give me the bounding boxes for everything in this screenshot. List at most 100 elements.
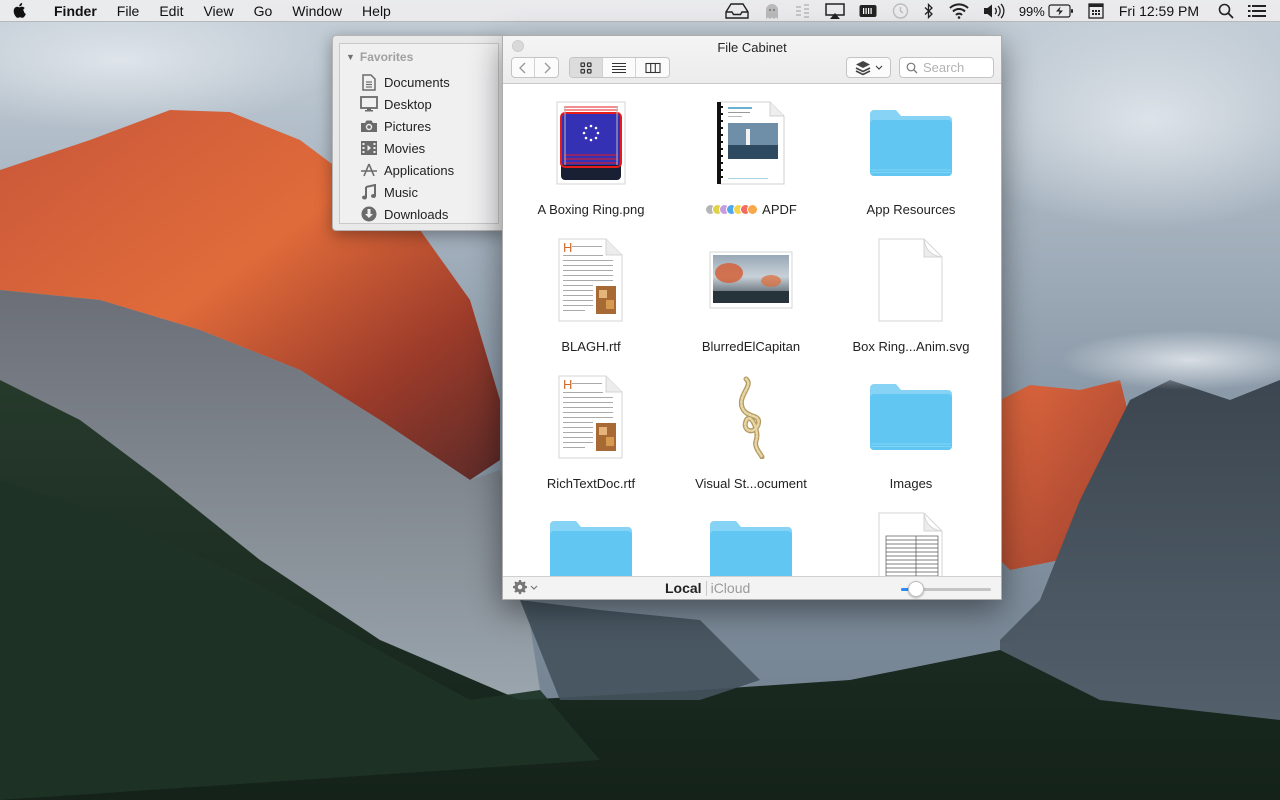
file-item[interactable]: A Boxing Ring.png [511, 98, 671, 235]
layers-icon [855, 60, 870, 75]
file-item[interactable]: H BLAGH.rtf [511, 235, 671, 372]
airplay-icon[interactable] [818, 0, 852, 22]
sidebar-item-music[interactable]: Music [360, 181, 454, 203]
file-item[interactable] [671, 509, 831, 576]
wifi-icon[interactable] [942, 0, 976, 22]
bluetooth-icon[interactable] [916, 0, 942, 22]
sidebar-item-desktop[interactable]: Desktop [360, 93, 454, 115]
applications-icon [360, 161, 378, 179]
slider-knob[interactable] [908, 581, 925, 597]
sidebar-item-label: Pictures [384, 118, 431, 134]
landscape-image-icon [701, 235, 801, 325]
chevron-left-icon [519, 62, 526, 73]
menu-file[interactable]: File [107, 0, 150, 22]
list-lines-icon [612, 62, 626, 73]
menu-help[interactable]: Help [352, 0, 401, 22]
calendar-icon[interactable] [1081, 0, 1111, 22]
column-view-button[interactable] [636, 58, 669, 77]
menu-finder[interactable]: Finder [40, 0, 107, 22]
ghost-icon[interactable] [756, 0, 788, 22]
file-grid: A Boxing Ring.png APDF App Resources H B… [511, 98, 991, 576]
file-item[interactable]: APDF [671, 98, 831, 235]
sidebar-item-movies[interactable]: Movies [360, 137, 454, 159]
folder-icon [861, 98, 961, 188]
menu-view[interactable]: View [193, 0, 243, 22]
rtf-document-icon: H [541, 372, 641, 462]
svg-text:H: H [563, 240, 572, 255]
divider [705, 580, 707, 596]
document-icon [360, 73, 378, 91]
file-name-with-tags: APDF [705, 202, 797, 217]
list-icon[interactable] [1241, 0, 1280, 22]
file-name: BlurredElCapitan [701, 339, 801, 354]
sidebar-item-label: Downloads [384, 206, 449, 222]
navigation-buttons [511, 57, 559, 78]
sidebar-item-downloads[interactable]: Downloads [360, 203, 454, 225]
forward-button[interactable] [535, 58, 558, 77]
rope-document-icon [701, 372, 801, 462]
sidebar-item-pictures[interactable]: Pictures [360, 115, 454, 137]
battery-meter-icon[interactable] [852, 0, 884, 22]
inbox-tray-icon[interactable] [718, 0, 756, 22]
file-item[interactable] [831, 509, 991, 576]
folder-icon [861, 372, 961, 462]
file-name: A Boxing Ring.png [537, 202, 645, 217]
search-input[interactable] [923, 60, 993, 75]
location-local-button[interactable]: Local [665, 580, 702, 596]
action-menu-button[interactable] [513, 580, 538, 595]
file-item[interactable]: App Resources [831, 98, 991, 235]
favorites-header[interactable]: ▼ Favorites [346, 50, 413, 64]
window-bottom-bar: Local iCloud [503, 576, 1001, 599]
file-name: APDF [762, 202, 797, 217]
gear-icon [513, 580, 528, 595]
icon-size-slider[interactable] [901, 581, 991, 597]
file-item[interactable]: Images [831, 372, 991, 509]
disclosure-triangle-icon[interactable]: ▼ [346, 52, 355, 62]
sidebar-item-label: Applications [384, 162, 455, 178]
arrange-button[interactable] [846, 57, 891, 78]
sidebar-item-documents[interactable]: Documents [360, 71, 454, 93]
battery-charging-icon [1048, 4, 1073, 18]
sidebar-panel: ▼ Favorites Documents Desktop Pictures M… [332, 35, 506, 231]
sidebar-item-label: Music [384, 184, 418, 200]
rtf-document-icon: H [541, 235, 641, 325]
finder-window: File Cabinet Search A Boxing Ring.png AP… [502, 35, 1002, 600]
chevron-right-icon [544, 62, 551, 73]
menu-go[interactable]: Go [244, 0, 283, 22]
list-view-button[interactable] [603, 58, 636, 77]
location-icloud-button[interactable]: iCloud [711, 580, 751, 596]
time-machine-icon[interactable] [884, 0, 916, 22]
search-field[interactable] [899, 57, 994, 78]
menu-window[interactable]: Window [282, 0, 352, 22]
boxing-ring-image-icon [541, 98, 641, 188]
folder-icon [701, 509, 801, 576]
icon-view-button[interactable] [570, 58, 603, 77]
menu-edit[interactable]: Edit [149, 0, 193, 22]
music-note-icon [360, 183, 378, 201]
sidebar: ▼ Favorites Documents Desktop Pictures M… [339, 43, 499, 224]
file-item[interactable] [511, 509, 671, 576]
clock[interactable]: Fri 12:59 PM [1111, 3, 1211, 19]
columns-icon [644, 62, 661, 73]
file-item[interactable]: Box Ring...Anim.svg [831, 235, 991, 372]
svg-text:H: H [563, 377, 572, 392]
file-browser-content: A Boxing Ring.png APDF App Resources H B… [503, 84, 1001, 576]
back-button[interactable] [512, 58, 535, 77]
file-name: Images [889, 476, 933, 491]
search-icon[interactable] [1211, 0, 1241, 22]
window-titlebar[interactable]: File Cabinet [503, 36, 1001, 84]
menu-bar: Finder File Edit View Go Window Help 99%… [0, 0, 1280, 22]
tag-dots [705, 204, 759, 215]
sidebar-item-applications[interactable]: Applications [360, 159, 454, 181]
file-item[interactable]: Visual St...ocument [671, 372, 831, 509]
file-name: App Resources [866, 202, 956, 217]
equalizer-icon[interactable] [788, 0, 818, 22]
download-icon [360, 205, 378, 223]
volume-icon[interactable] [976, 0, 1012, 22]
apple-icon[interactable] [0, 2, 40, 19]
favorites-title: Favorites [359, 50, 414, 64]
battery-status[interactable]: 99% [1012, 0, 1081, 22]
file-item[interactable]: H RichTextDoc.rtf [511, 372, 671, 509]
folder-icon [541, 509, 641, 576]
file-item[interactable]: BlurredElCapitan [671, 235, 831, 372]
